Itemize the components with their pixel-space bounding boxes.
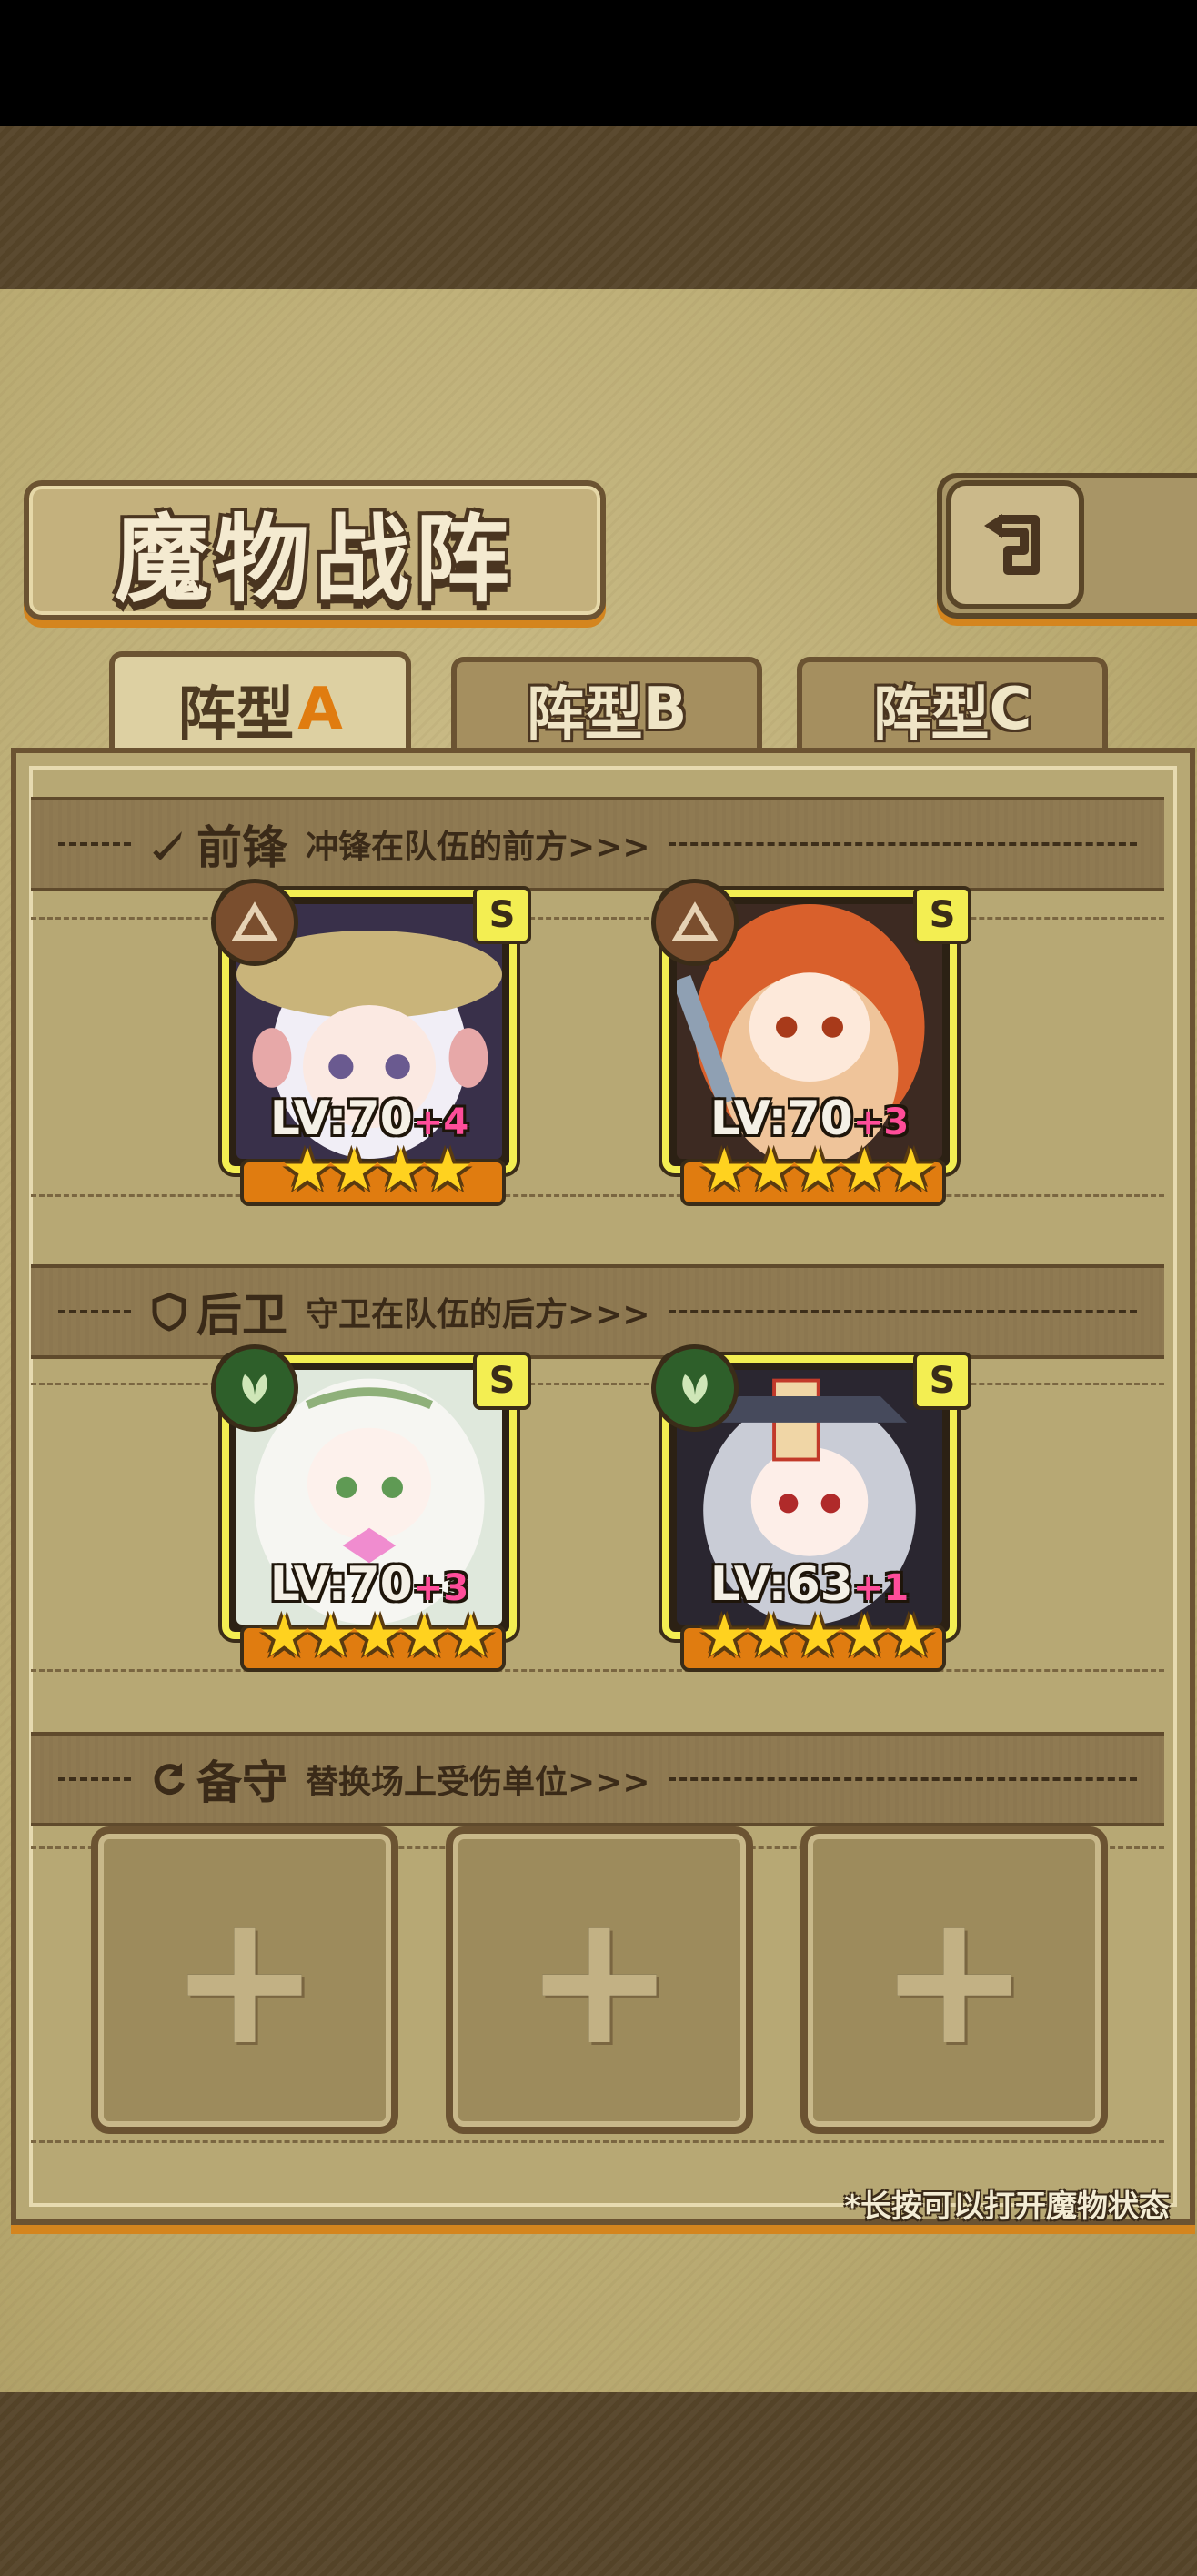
tab-letter: B [642, 676, 688, 743]
grade-badge: S [913, 886, 971, 944]
reserve-slot-3[interactable]: + [800, 1826, 1108, 2134]
sword-icon [153, 831, 182, 860]
divider [668, 842, 1137, 846]
section-title: 备守 [196, 1756, 287, 1809]
mountain-element-icon [651, 879, 739, 966]
reserve-slot-2[interactable]: + [446, 1826, 753, 2134]
front-row [31, 917, 1164, 1197]
tab-label: 阵型 [526, 681, 643, 749]
mountain-element-icon [211, 879, 298, 966]
leaf-element-icon [211, 1344, 298, 1432]
section-title: 后卫 [196, 1288, 287, 1342]
long-press-hint: *长按可以打开魔物状态 [844, 2189, 1170, 2225]
shield-icon [152, 1293, 186, 1332]
divider [58, 842, 131, 846]
tab-formation-b[interactable]: 阵型 B [451, 657, 762, 757]
divider [668, 1310, 1137, 1313]
rotate-icon [154, 1763, 185, 1796]
section-description: 守卫在队伍的后方>>> [306, 1296, 650, 1333]
unit-card-front-1[interactable]: LV:70+4 S ★★★★ [211, 879, 531, 1206]
grade-badge: S [473, 886, 531, 944]
divider [58, 1777, 131, 1781]
grade-badge: S [473, 1352, 531, 1410]
tab-letter: C [989, 676, 1032, 743]
bottom-background [0, 2392, 1197, 2576]
top-background [0, 126, 1197, 289]
back-button[interactable] [946, 480, 1084, 609]
back-row [31, 1383, 1164, 1672]
star-rating: ★★★★ [281, 1137, 474, 1204]
tab-letter: A [297, 676, 343, 743]
section-title: 前锋 [196, 820, 287, 874]
star-rating: ★★★★★ [698, 1603, 938, 1670]
leaf-element-icon [651, 1344, 739, 1432]
formation-tabs: 阵型 A 阵型 B 阵型 C [22, 651, 1175, 762]
grade-badge: S [913, 1352, 971, 1410]
add-icon: + [878, 1874, 1031, 2086]
unit-card-back-1[interactable]: LV:70+3 S ★★★★★ [211, 1344, 531, 1672]
page-title: 魔物战阵 [114, 502, 515, 615]
unit-card-front-2[interactable]: LV:70+3 S ★★★★★ [651, 879, 971, 1206]
section-header-reserve: 备守 替换场上受伤单位>>> [31, 1732, 1164, 1826]
add-icon: + [523, 1874, 676, 2086]
tab-label: 阵型 [872, 681, 990, 749]
unit-card-back-2[interactable]: LV:63+1 S ★★★★★ [651, 1344, 971, 1672]
divider [668, 1777, 1137, 1781]
reserve-slot-1[interactable]: + [91, 1826, 398, 2134]
star-rating: ★★★★★ [257, 1603, 498, 1670]
section-description: 替换场上受伤单位>>> [306, 1764, 650, 1801]
star-rating: ★★★★★ [698, 1137, 938, 1204]
section-header-back: 后卫 守卫在队伍的后方>>> [31, 1264, 1164, 1359]
tab-formation-a[interactable]: 阵型 A [109, 651, 411, 762]
divider [58, 1310, 131, 1313]
section-description: 冲锋在队伍的前方>>> [306, 829, 650, 866]
section-header-front: 前锋 冲锋在队伍的前方>>> [31, 797, 1164, 891]
return-icon [984, 514, 1040, 575]
tab-label: 阵型 [177, 681, 295, 749]
tab-formation-c[interactable]: 阵型 C [797, 657, 1108, 757]
add-icon: + [168, 1874, 321, 2086]
page-title-plate: 魔物战阵 [24, 480, 606, 620]
